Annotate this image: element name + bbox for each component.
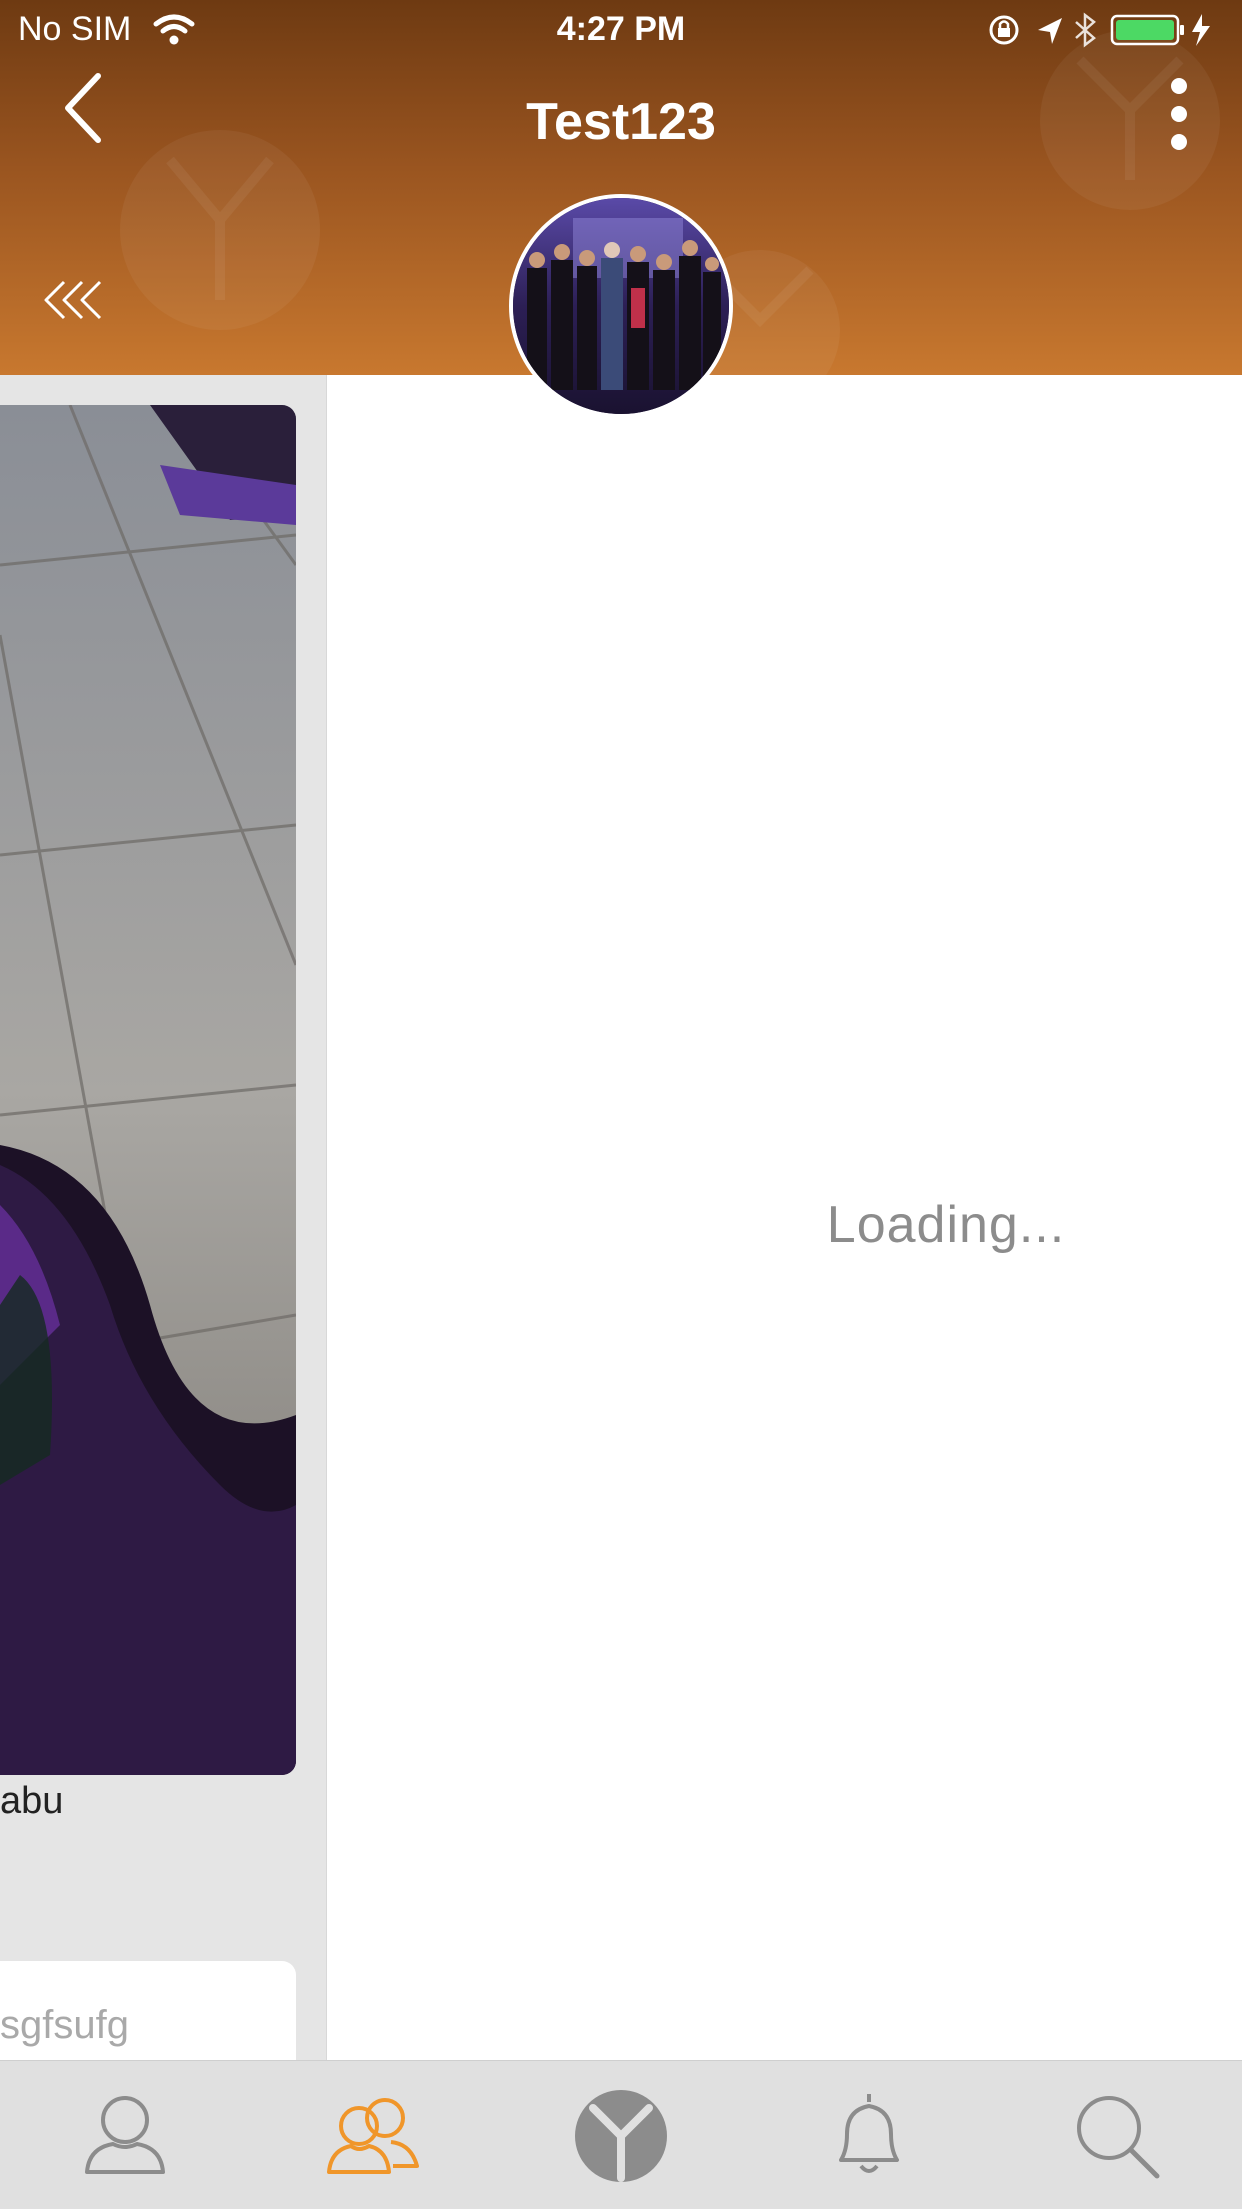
search-icon <box>1077 2096 1160 2179</box>
post-card[interactable] <box>0 405 296 1775</box>
tab-profile[interactable] <box>70 2081 180 2191</box>
group-avatar[interactable] <box>509 194 733 418</box>
status-bar: No SIM 4:27 PM <box>0 0 1242 60</box>
tab-groups[interactable] <box>318 2081 428 2191</box>
chevron-left-icon <box>65 73 101 143</box>
charging-icon <box>1192 14 1210 46</box>
double-chevron-left-icon <box>44 280 102 320</box>
bell-icon <box>839 2094 899 2173</box>
collapse-panel-button[interactable] <box>42 278 108 322</box>
post-author-name[interactable]: abu <box>0 1780 63 1823</box>
battery-icon <box>1110 14 1184 46</box>
bluetooth-icon <box>1075 12 1096 48</box>
loading-indicator: Loading... <box>826 1196 1066 1254</box>
panel-divider <box>326 375 327 2060</box>
post-photo-image[interactable] <box>0 405 296 1775</box>
rotation-lock-icon <box>989 15 1019 45</box>
tab-bar <box>0 2060 1242 2209</box>
group-photo-image <box>513 198 729 414</box>
back-button[interactable] <box>56 68 116 148</box>
more-vertical-icon <box>1171 78 1187 150</box>
location-icon <box>1038 18 1062 44</box>
tab-search[interactable] <box>1062 2081 1172 2191</box>
home-logo-icon <box>575 2090 667 2182</box>
profile-icon <box>85 2096 165 2174</box>
more-options-button[interactable] <box>1156 76 1202 152</box>
groups-icon <box>327 2098 419 2174</box>
tab-notifications[interactable] <box>814 2081 924 2191</box>
feed-panel[interactable]: abu sgfsufg <box>0 375 326 2060</box>
status-icons <box>989 12 1210 48</box>
tab-home[interactable] <box>566 2081 676 2191</box>
comment-preview: sgfsufg <box>0 2003 129 2047</box>
